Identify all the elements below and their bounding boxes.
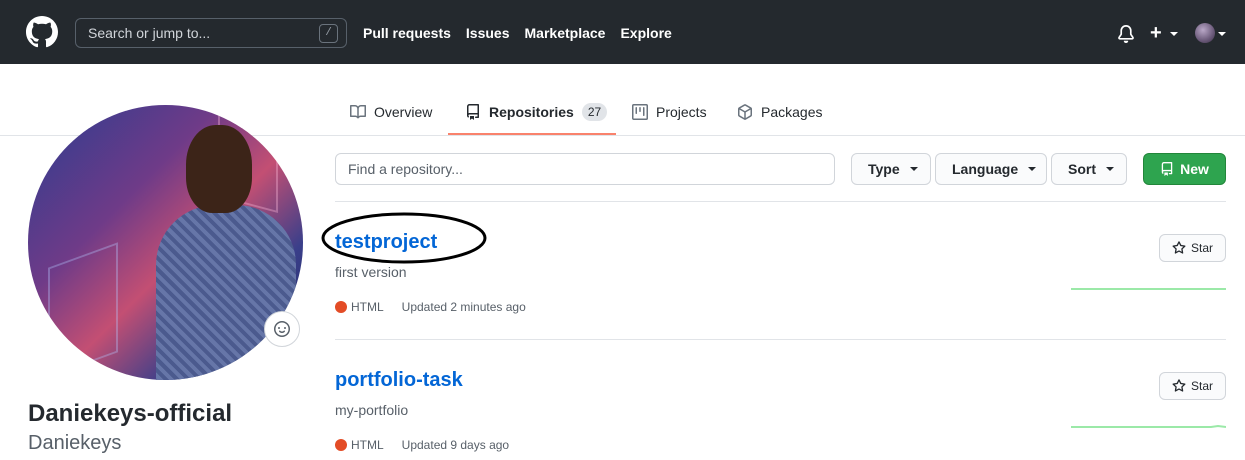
repo-list-divider [335,201,1226,202]
nav-marketplace[interactable]: Marketplace [525,24,606,42]
repo-icon [467,104,479,120]
repo-updated-time: Updated 2 minutes ago [401,300,526,314]
repo-meta: HTML Updated 2 minutes ago [335,299,526,315]
avatar-person-body [156,205,296,380]
find-repository-field[interactable] [335,153,835,185]
nav-explore[interactable]: Explore [620,24,671,42]
avatar-background-shape [48,242,118,378]
create-new-plus-icon[interactable]: + [1150,22,1162,44]
profile-username: Daniekeys [28,432,122,454]
new-repository-label: New [1180,161,1209,177]
nav-pull-requests[interactable]: Pull requests [363,24,451,42]
smiley-icon [274,321,290,337]
star-icon [1172,241,1186,254]
repo-description: first version [335,264,407,280]
star-button[interactable]: Star [1159,372,1226,400]
search-shortcut-key: / [319,24,338,43]
repo-meta: HTML Updated 9 days ago [335,437,509,453]
global-search[interactable]: / [75,18,347,48]
language-filter-label: Language [952,161,1019,177]
chevron-down-icon [909,167,918,171]
project-icon [632,104,648,120]
type-filter-button[interactable]: Type [851,153,931,185]
hand-drawn-ellipse-annotation [321,212,487,264]
language-color-dot [335,439,347,451]
tab-repositories[interactable]: Repositories 27 [465,100,608,124]
star-label: Star [1191,241,1214,255]
find-repository-input[interactable] [336,154,834,184]
tab-packages-label: Packages [761,104,823,120]
tab-overview[interactable]: Overview [350,100,432,124]
repo-language: HTML [351,438,384,452]
book-icon [350,104,366,119]
set-status-smiley-button[interactable] [264,311,300,347]
repo-language: HTML [351,300,384,314]
repo-name-link[interactable]: portfolio-task [335,367,463,393]
repositories-count-badge: 27 [581,103,608,121]
header-nav: Pull requests Issues Marketplace Explore [363,24,687,42]
tab-packages[interactable]: Packages [737,100,822,124]
create-new-caret-icon[interactable] [1170,32,1178,36]
profile-avatar[interactable] [28,105,303,380]
star-button[interactable]: Star [1159,234,1226,262]
tab-projects-label: Projects [656,104,707,120]
star-label: Star [1191,379,1214,393]
tab-projects[interactable]: Projects [632,100,707,124]
new-repository-button[interactable]: New [1143,153,1226,185]
global-header: / Pull requests Issues Marketplace Explo… [0,0,1245,64]
type-filter-label: Type [868,161,900,177]
package-icon [738,104,752,120]
language-color-dot [335,301,347,313]
tab-repositories-label: Repositories [489,104,574,120]
sort-filter-button[interactable]: Sort [1051,153,1127,185]
profile-full-name: Daniekeys-official [28,400,233,427]
github-logo-icon[interactable] [26,16,58,48]
chevron-down-icon [1028,167,1037,171]
tab-overview-label: Overview [374,104,433,120]
language-filter-button[interactable]: Language [935,153,1047,185]
activity-sparkline [1071,425,1226,428]
repo-description: my-portfolio [335,402,409,418]
repo-icon [1161,162,1173,176]
user-menu-caret-icon[interactable] [1218,32,1226,36]
search-input[interactable] [76,19,316,47]
activity-sparkline [1071,288,1226,290]
header-avatar[interactable] [1195,23,1215,43]
sort-filter-label: Sort [1068,161,1096,177]
star-icon [1172,379,1186,392]
nav-issues[interactable]: Issues [466,24,510,42]
repo-updated-time: Updated 9 days ago [401,438,510,452]
repo-list-divider [335,339,1226,340]
avatar-person-head [186,125,252,213]
notifications-bell-icon[interactable] [1117,25,1135,43]
chevron-down-icon [1106,167,1114,171]
